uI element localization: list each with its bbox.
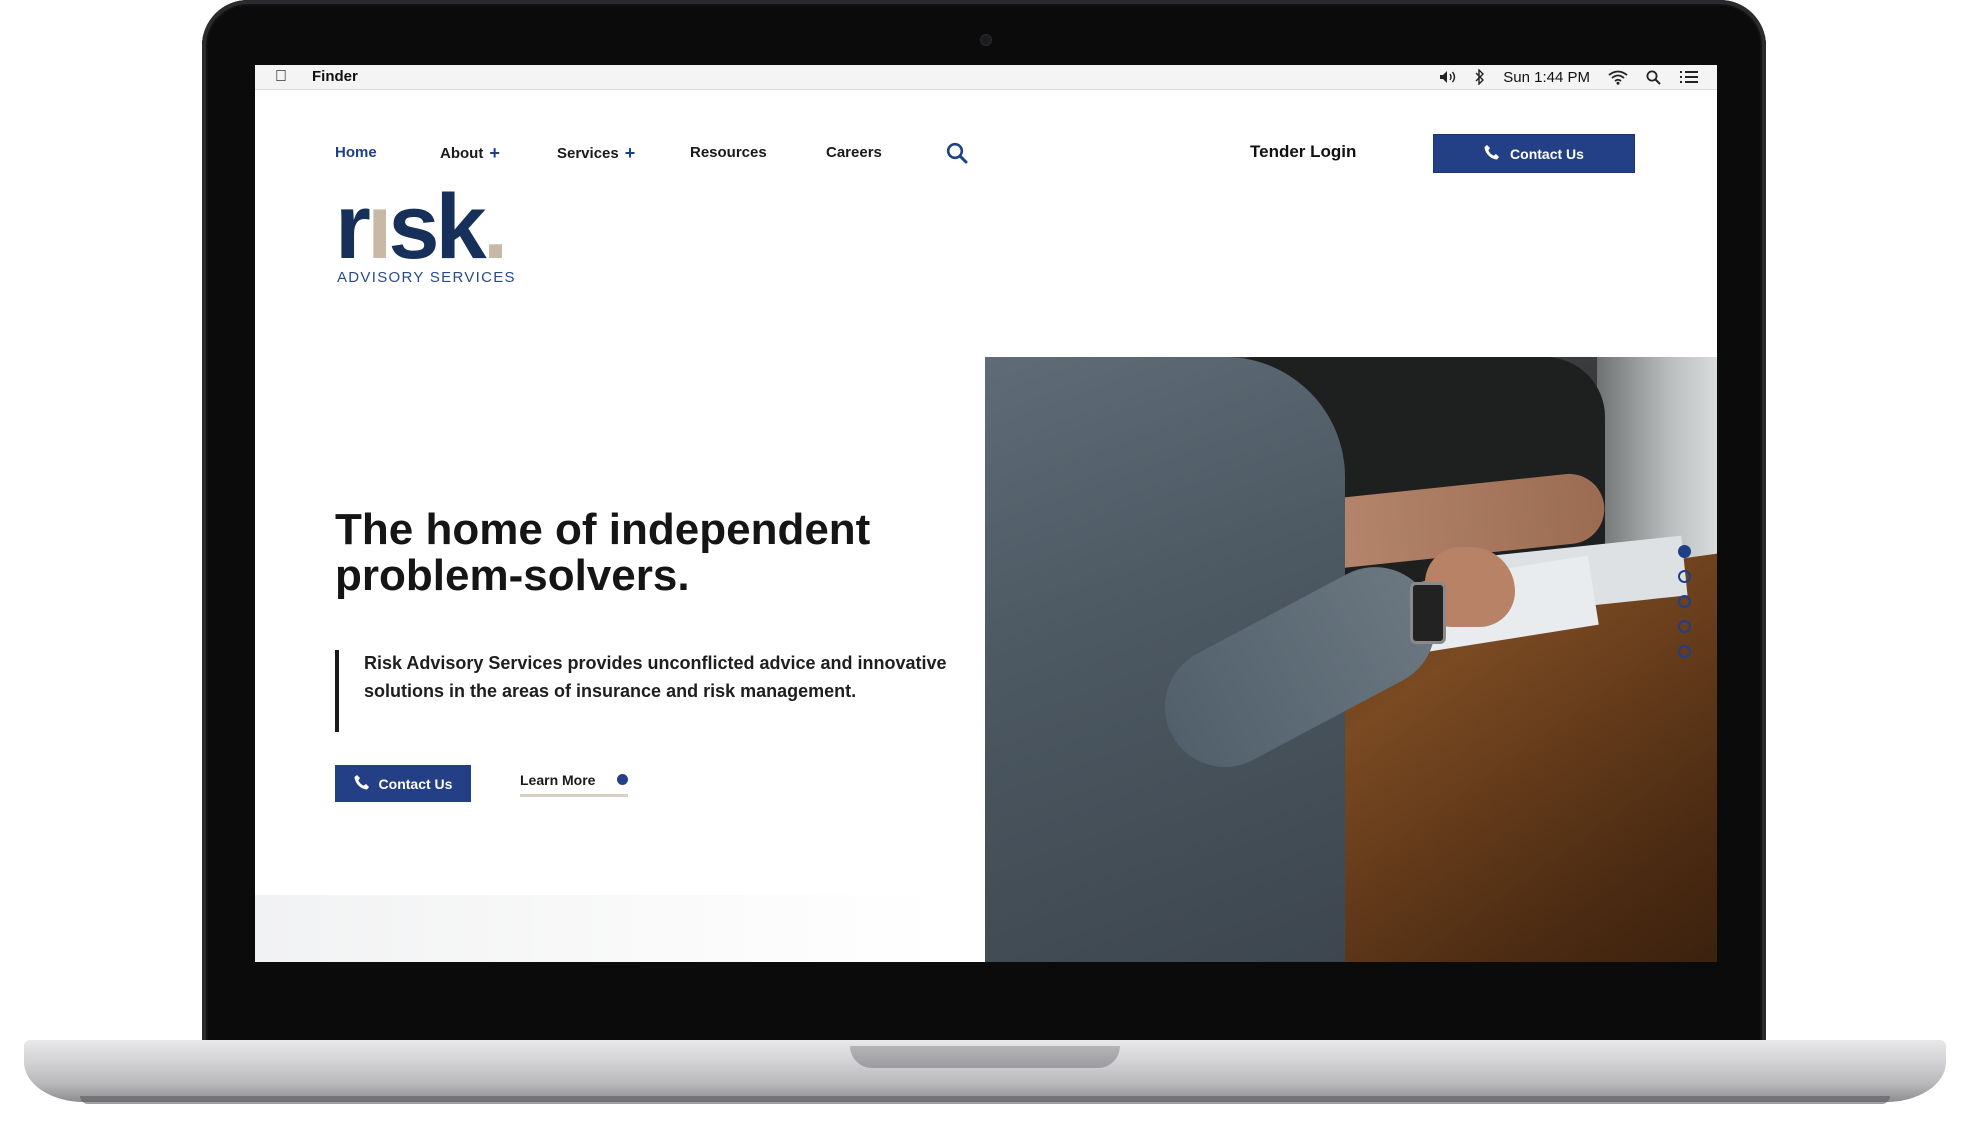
nav-item-label: Services bbox=[557, 144, 619, 162]
photo-watch bbox=[1410, 582, 1446, 644]
nav-item-label: Home bbox=[335, 144, 377, 161]
camera-icon bbox=[980, 34, 992, 46]
slider-dot[interactable] bbox=[1678, 570, 1691, 583]
hero-title: The home of independent problem-solvers. bbox=[335, 505, 871, 600]
nav-item-resources[interactable]: Resources bbox=[690, 144, 767, 161]
company-logo[interactable]: rısk. ADVISORY SERVICES bbox=[335, 176, 516, 286]
logo-wordmark: rısk. bbox=[335, 176, 508, 278]
laptop-foot bbox=[80, 1096, 1890, 1104]
tender-login-link[interactable]: Tender Login bbox=[1250, 142, 1356, 162]
contact-us-label: Contact Us bbox=[1510, 145, 1584, 162]
nav-item-services[interactable]: Services + bbox=[557, 144, 635, 162]
slider-dot[interactable] bbox=[1678, 620, 1691, 633]
hero-description: Risk Advisory Services provides unconfli… bbox=[335, 650, 954, 732]
nav-item-home[interactable]: Home bbox=[335, 144, 377, 161]
search-icon[interactable] bbox=[945, 141, 969, 170]
menu-bar-app-name[interactable]: Finder bbox=[312, 68, 358, 85]
slider-dot[interactable] bbox=[1678, 595, 1691, 608]
hero-contact-us-label: Contact Us bbox=[378, 775, 453, 792]
slider-dot[interactable] bbox=[1678, 645, 1691, 658]
menu-bar-status: Sun 1:44 PM bbox=[1439, 67, 1699, 87]
background-decoration bbox=[255, 895, 945, 962]
learn-more-dot-icon bbox=[617, 774, 628, 785]
menu-bar-clock[interactable]: Sun 1:44 PM bbox=[1503, 69, 1590, 86]
menu-bar:  Finder Sun 1:44 PM bbox=[255, 65, 1717, 90]
spotlight-search-icon[interactable] bbox=[1646, 70, 1661, 85]
hero-image bbox=[985, 357, 1717, 962]
learn-more-link[interactable]: Learn More bbox=[520, 772, 628, 797]
phone-icon bbox=[354, 774, 370, 793]
laptop-notch bbox=[850, 1046, 1120, 1068]
wifi-icon[interactable] bbox=[1608, 70, 1628, 85]
slider-dot[interactable] bbox=[1678, 545, 1691, 558]
hero-contact-us-button[interactable]: Contact Us bbox=[335, 765, 471, 802]
phone-icon bbox=[1484, 144, 1500, 163]
volume-icon[interactable] bbox=[1439, 70, 1457, 84]
nav-item-label: Resources bbox=[690, 144, 767, 161]
screen:  Finder Sun 1:44 PM Home About + bbox=[255, 65, 1717, 962]
plus-icon[interactable]: + bbox=[489, 144, 500, 162]
nav-item-about[interactable]: About + bbox=[440, 144, 500, 162]
apple-icon[interactable]:  bbox=[275, 68, 287, 86]
plus-icon[interactable]: + bbox=[625, 144, 636, 162]
bluetooth-icon[interactable] bbox=[1475, 69, 1485, 85]
contact-us-button[interactable]: Contact Us bbox=[1433, 134, 1635, 173]
nav-item-label: About bbox=[440, 144, 484, 162]
nav-item-label: Careers bbox=[826, 144, 882, 161]
slider-pagination bbox=[1678, 545, 1691, 658]
list-icon[interactable] bbox=[1679, 70, 1699, 84]
nav-item-careers[interactable]: Careers bbox=[826, 144, 882, 161]
